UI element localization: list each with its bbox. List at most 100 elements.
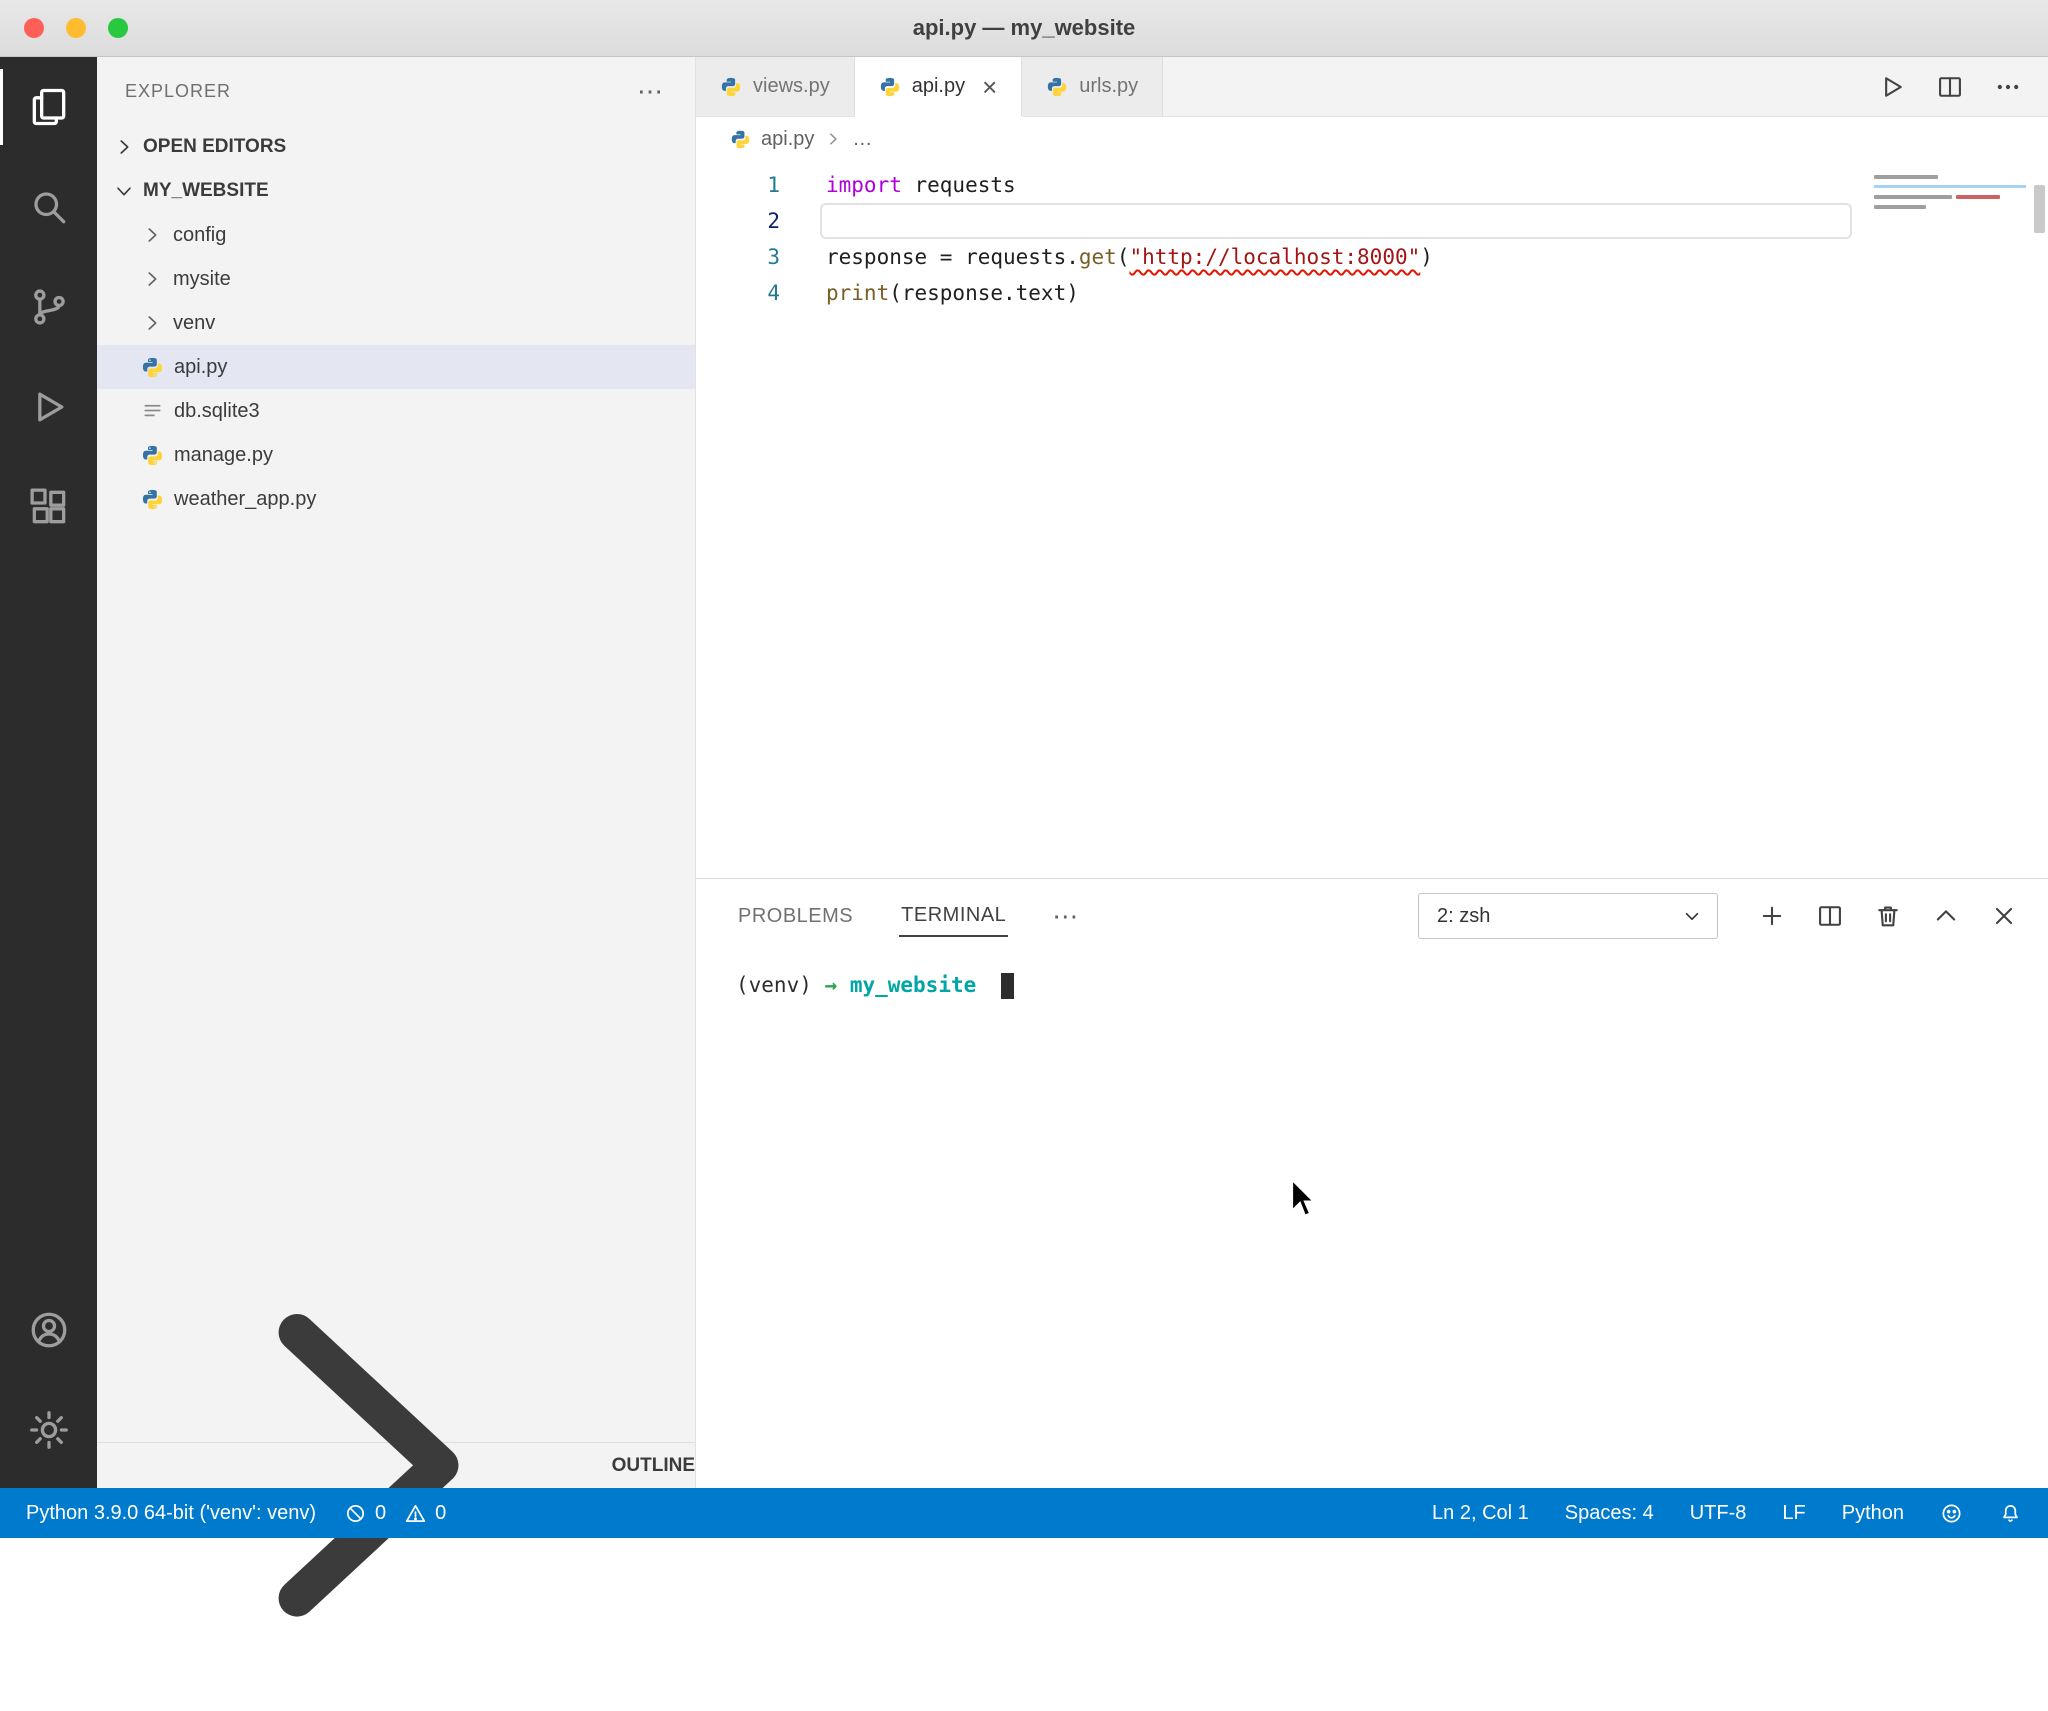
explorer-more-actions-icon[interactable]: ⋯ (637, 76, 665, 107)
problems-status[interactable]: 0 0 (344, 1502, 446, 1525)
code-line[interactable]: 2 (696, 203, 2048, 239)
extensions-icon[interactable] (0, 457, 97, 557)
tree-item-api-py[interactable]: api.py (97, 345, 695, 389)
eol-status[interactable]: LF (1782, 1502, 1805, 1525)
split-editor-icon[interactable] (1936, 73, 1964, 101)
tree-item-label: weather_app.py (174, 487, 317, 510)
encoding-status[interactable]: UTF-8 (1690, 1502, 1747, 1525)
python-file-icon (880, 77, 899, 96)
tab-label: urls.py (1079, 75, 1139, 97)
python-file-icon (142, 445, 163, 465)
code-token: (response.text) (889, 281, 1079, 305)
code-editor[interactable]: 1 import requests 2 3 response = request… (696, 161, 2048, 878)
tab-problems[interactable]: PROBLEMS (736, 897, 855, 936)
open-editors-section[interactable]: OPEN EDITORS (97, 125, 695, 169)
explorer-icon[interactable] (0, 57, 97, 157)
terminal-output[interactable]: (venv) → my_website (696, 953, 2048, 1488)
kill-terminal-trash-icon[interactable] (1874, 902, 1902, 930)
code-token: import (826, 173, 902, 197)
account-icon[interactable] (0, 1280, 97, 1380)
outline-label: OUTLINE (611, 1454, 695, 1476)
tree-item-label: api.py (174, 355, 228, 378)
chevron-right-icon (148, 228, 157, 242)
tree-item-label: config (173, 223, 227, 246)
editor-tab-bar: views.py api.py × urls.py (696, 57, 2048, 117)
warning-icon (405, 1504, 426, 1522)
line-number: 4 (767, 281, 780, 305)
python-interpreter-status[interactable]: Python 3.9.0 64-bit ('venv': venv) (26, 1502, 316, 1525)
run-file-icon[interactable] (1878, 73, 1906, 101)
code-token: ) (1420, 245, 1433, 269)
feedback-smiley-icon[interactable] (1940, 1502, 1963, 1525)
vscode-window: api.py — my_website EXPLORER ⋯ OPEN EDIT… (0, 0, 2048, 1617)
tab-close-icon[interactable]: × (982, 74, 997, 100)
root-folder-my-website[interactable]: MY_WEBSITE (97, 169, 695, 213)
terminal-cursor (1000, 973, 1014, 999)
chevron-down-icon (117, 187, 131, 196)
terminal-cwd: my_website (849, 973, 977, 997)
tree-item-config[interactable]: config (97, 213, 695, 257)
chevron-right-icon (148, 316, 157, 330)
tree-item-db-sqlite3[interactable]: db.sqlite3 (97, 389, 695, 433)
code-token: get (1078, 245, 1117, 269)
language-mode-status[interactable]: Python (1842, 1502, 1904, 1525)
tree-item-label: venv (173, 311, 216, 334)
error-count: 0 (375, 1501, 387, 1524)
activity-bar (0, 57, 97, 1488)
tree-item-weather-app-py[interactable]: weather_app.py (97, 477, 695, 521)
tree-item-mysite[interactable]: mysite (97, 257, 695, 301)
tree-item-label: manage.py (174, 443, 273, 466)
chevron-right-icon (148, 272, 157, 286)
chevron-down-icon (1685, 912, 1699, 921)
bottom-panel: PROBLEMS TERMINAL ⋯ 2: zsh (venv) → my_w… (696, 878, 2048, 1488)
error-icon (346, 1504, 365, 1522)
line-number: 3 (767, 245, 780, 269)
terminal-shell-value: 2: zsh (1437, 904, 1491, 927)
terminal-prompt-arrow: → (824, 973, 838, 997)
run-debug-icon[interactable] (0, 357, 97, 457)
source-control-icon[interactable] (0, 257, 97, 357)
chevron-right-icon (830, 133, 838, 145)
file-lines-icon (144, 404, 161, 416)
indentation-status[interactable]: Spaces: 4 (1565, 1502, 1654, 1525)
close-panel-icon[interactable] (1990, 902, 2018, 930)
line-number: 1 (767, 173, 780, 197)
search-icon[interactable] (0, 157, 97, 257)
code-token-url-string: "http://localhost:8000" (1129, 245, 1421, 269)
tab-api-py[interactable]: api.py × (854, 57, 1023, 116)
window-title: api.py — my_website (912, 15, 1136, 40)
root-folder-label: MY_WEBSITE (143, 180, 269, 201)
chevron-right-icon (120, 140, 129, 154)
terminal-shell-select[interactable]: 2: zsh (1418, 893, 1718, 939)
tab-terminal[interactable]: TERMINAL (899, 896, 1009, 937)
maximize-panel-icon[interactable] (1932, 902, 1960, 930)
tree-item-label: mysite (173, 267, 231, 290)
status-bar: Python 3.9.0 64-bit ('venv': venv) 0 0 L… (0, 1488, 2048, 1538)
tree-item-venv[interactable]: venv (97, 301, 695, 345)
tab-views-py[interactable]: views.py (696, 57, 855, 116)
tree-item-manage-py[interactable]: manage.py (97, 433, 695, 477)
python-file-icon (731, 130, 750, 148)
notifications-bell-icon[interactable] (1999, 1502, 2022, 1525)
settings-gear-icon[interactable] (0, 1380, 97, 1480)
python-file-icon (1048, 77, 1067, 96)
python-file-icon (142, 357, 163, 377)
breadcrumb-file[interactable]: api.py (761, 128, 814, 151)
tab-label: api.py (911, 75, 966, 97)
code-line[interactable]: 4 print(response.text) (696, 275, 2048, 311)
code-line[interactable]: 1 import requests (696, 167, 2048, 203)
breadcrumb-symbol[interactable]: … (852, 128, 872, 151)
titlebar: api.py — my_website (0, 0, 2048, 57)
new-terminal-icon[interactable] (1758, 902, 1786, 930)
outline-section[interactable]: OUTLINE (97, 1314, 695, 1617)
explorer-sidebar: EXPLORER ⋯ OPEN EDITORS MY_WEBSITE confi… (97, 57, 696, 1617)
line-number: 2 (767, 209, 780, 233)
editor-more-actions-icon[interactable] (1994, 73, 2022, 101)
cursor-position-status[interactable]: Ln 2, Col 1 (1432, 1502, 1529, 1525)
tab-urls-py[interactable]: urls.py (1022, 57, 1164, 116)
split-terminal-icon[interactable] (1816, 902, 1844, 930)
sidebar-title: EXPLORER (125, 80, 232, 101)
code-line[interactable]: 3 response = requests.get("http://localh… (696, 239, 2048, 275)
panel-more-actions-icon[interactable]: ⋯ (1052, 901, 1080, 932)
breadcrumb: api.py … (696, 117, 2048, 161)
